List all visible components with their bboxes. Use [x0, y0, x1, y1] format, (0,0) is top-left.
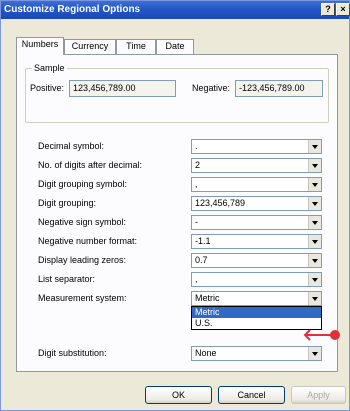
digit-grouping-combo[interactable]: 123,456,789 — [191, 196, 322, 211]
digit-grouping-symbol-label: Digit grouping symbol: — [38, 179, 128, 189]
dropdown-option-metric[interactable]: Metric — [192, 307, 321, 318]
combo-value: 0.7 — [195, 255, 208, 265]
chevron-down-icon[interactable] — [308, 216, 321, 229]
list-separator-label: List separator: — [38, 274, 96, 284]
negative-number-format-label: Negative number format: — [38, 236, 138, 246]
dropdown-option-us[interactable]: U.S. — [192, 318, 321, 329]
sample-group: Sample Positive: 123,456,789.00 Negative… — [25, 63, 329, 123]
negative-number-format-combo[interactable]: -1.1 — [191, 234, 322, 249]
digit-grouping-symbol-combo[interactable]: , — [191, 177, 322, 192]
combo-value: -1.1 — [195, 236, 211, 246]
combo-value: , — [195, 179, 198, 189]
combo-value: - — [195, 217, 198, 227]
chevron-down-icon[interactable] — [308, 235, 321, 248]
cancel-button[interactable]: Cancel — [218, 386, 285, 404]
chevron-down-icon[interactable] — [308, 273, 321, 286]
negative-sign-symbol-label: Negative sign symbol: — [38, 217, 127, 227]
help-button[interactable]: ? — [321, 3, 335, 16]
apply-button[interactable]: Apply — [291, 386, 346, 404]
combo-value: . — [195, 141, 198, 151]
digits-after-decimal-combo[interactable]: 2 — [191, 158, 322, 173]
negative-sign-symbol-combo[interactable]: - — [191, 215, 322, 230]
digits-after-decimal-label: No. of digits after decimal: — [38, 160, 143, 170]
tab-currency[interactable]: Currency — [64, 39, 116, 54]
ok-button[interactable]: OK — [145, 386, 212, 404]
positive-label: Positive: — [30, 83, 65, 93]
sample-group-label: Sample — [32, 63, 67, 73]
close-button[interactable]: × — [336, 3, 350, 16]
digit-grouping-label: Digit grouping: — [38, 198, 97, 208]
chevron-down-icon[interactable] — [308, 347, 321, 360]
combo-value: Metric — [195, 293, 220, 303]
measurement-system-label: Measurement system: — [38, 293, 127, 303]
display-leading-zeros-label: Display leading zeros: — [38, 255, 127, 265]
chevron-down-icon[interactable] — [308, 292, 321, 305]
display-leading-zeros-combo[interactable]: 0.7 — [191, 253, 322, 268]
decimal-symbol-combo[interactable]: . — [191, 139, 322, 154]
combo-value: None — [195, 348, 217, 358]
chevron-down-icon[interactable] — [308, 197, 321, 210]
decimal-symbol-label: Decimal symbol: — [38, 141, 105, 151]
chevron-down-icon[interactable] — [308, 178, 321, 191]
negative-label: Negative: — [192, 83, 231, 93]
window-title: Customize Regional Options — [4, 4, 141, 15]
customize-regional-options-dialog: Customize Regional Options ? × Numbers C… — [0, 0, 350, 411]
tab-numbers[interactable]: Numbers — [16, 37, 64, 55]
numbers-tab-panel: Sample Positive: 123,456,789.00 Negative… — [16, 54, 338, 372]
chevron-down-icon[interactable] — [308, 254, 321, 267]
title-bar[interactable]: Customize Regional Options ? × — [1, 1, 350, 19]
combo-value: 123,456,789 — [195, 198, 246, 208]
chevron-down-icon[interactable] — [308, 140, 321, 153]
measurement-system-dropdown-list: Metric U.S. — [191, 306, 322, 330]
positive-sample-field: 123,456,789.00 — [69, 80, 176, 97]
list-separator-combo[interactable]: , — [191, 272, 322, 287]
chevron-down-icon[interactable] — [308, 159, 321, 172]
combo-value: 2 — [195, 160, 201, 170]
tab-date[interactable]: Date — [156, 39, 194, 54]
tab-time[interactable]: Time — [116, 39, 156, 54]
measurement-system-combo[interactable]: Metric — [191, 291, 322, 306]
negative-sample-field: -123,456,789.00 — [235, 80, 323, 97]
digit-substitution-label: Digit substitution: — [38, 348, 107, 358]
combo-value: , — [195, 274, 198, 284]
digit-substitution-combo[interactable]: None — [191, 346, 322, 361]
red-pointer-arrow-icon — [303, 329, 340, 341]
